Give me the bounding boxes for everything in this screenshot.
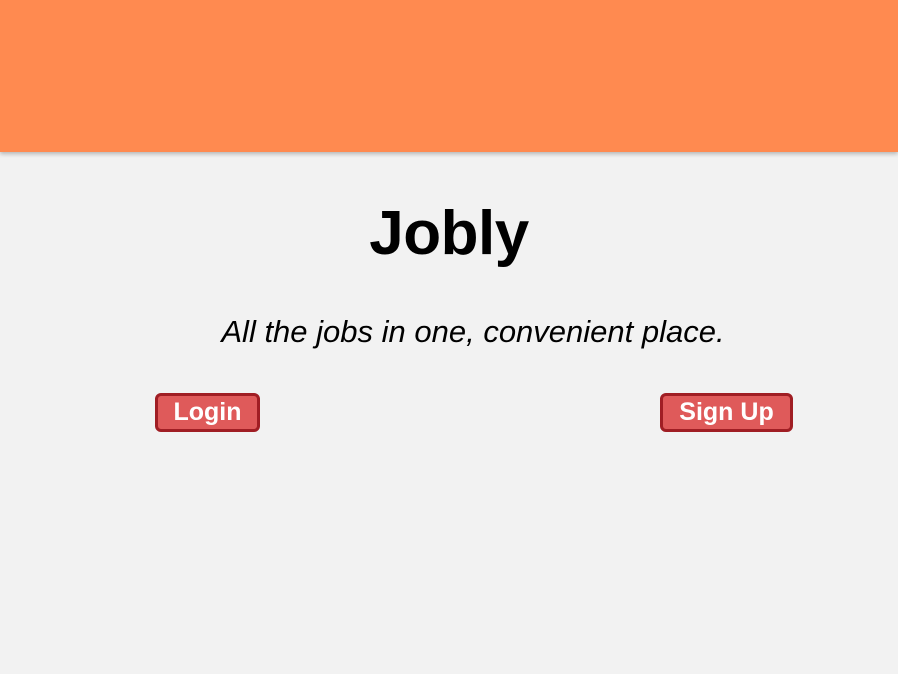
homepage-main: Jobly All the jobs in one, convenient pl…	[0, 152, 898, 674]
signup-button[interactable]: Sign Up	[660, 393, 793, 432]
tagline: All the jobs in one, convenient place.	[221, 314, 725, 349]
login-button[interactable]: Login	[155, 393, 260, 432]
navbar	[0, 0, 898, 152]
page-title: Jobly	[369, 199, 529, 268]
